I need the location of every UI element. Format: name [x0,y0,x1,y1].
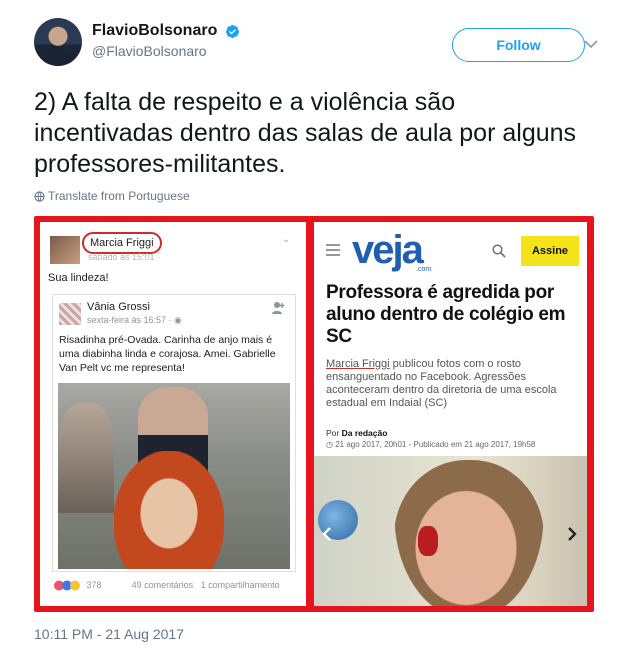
hamburger-menu-icon [326,244,340,256]
article-lead: Marcia Friggi publicou fotos com o rosto… [326,358,578,410]
fb-options-icon: ⌄ [282,234,291,245]
globe-small-icon: ◉ [174,315,182,325]
article-date-text: 21 ago 2017, 20h01 - Publicado em 21 ago… [335,440,536,449]
tweet-header: FlavioBolsonaro @FlavioBolsonaro Follow [34,18,604,70]
veja-logo-sub: .com [416,266,432,273]
tweet-timestamp[interactable]: 10:11 PM - 21 Aug 2017 [34,626,184,642]
chevron-left-icon [322,527,331,541]
translate-link[interactable]: Translate from Portuguese [34,189,190,203]
fb-footer: 378 49 comentários 1 compartilhamento [54,580,304,591]
fb-shared-post: Vânia Grossi sexta-feira às 16:57 · ◉ Ri… [52,294,296,572]
assine-button: Assine [521,236,579,266]
fb-author-name: Marcia Friggi [82,232,162,254]
add-friend-icon [272,302,285,314]
chevron-right-icon [568,527,577,541]
article-date: ◷ 21 ago 2017, 20h01 - Publicado em 21 a… [326,440,535,449]
fb-reactions-count: 378 [86,580,102,590]
fb-shared-avatar [59,303,81,325]
search-icon [492,244,506,258]
fb-shared-photo [58,383,290,569]
author-names: FlavioBolsonaro @FlavioBolsonaro [92,22,240,59]
tweet-media-image[interactable]: Marcia Friggi sábado às 15:01 · ⌄ Sua li… [34,216,594,612]
reactions-icon [54,580,80,591]
lead-name: Marcia Friggi [326,358,390,370]
facebook-post-screenshot: Marcia Friggi sábado às 15:01 · ⌄ Sua li… [40,222,306,606]
article-headline: Professora é agredida por aluno dentro d… [326,282,566,347]
fb-post-text: Sua lindeza! [48,272,109,284]
profile-avatar[interactable] [34,18,82,66]
handle[interactable]: @FlavioBolsonaro [92,43,240,59]
clock-icon: ◷ [326,440,336,449]
globe-icon [34,191,45,202]
fb-shares: 1 compartilhamento [200,580,280,590]
chevron-down-icon[interactable] [582,35,600,53]
veja-article-screenshot: veja .com Assine Professora é agredida p… [314,222,587,606]
fb-shared-author: Vânia Grossi [87,301,150,313]
translate-label: Translate from Portuguese [48,189,190,203]
byline-name: Da redação [341,428,388,438]
byline-prefix: Por [326,428,342,438]
follow-button[interactable]: Follow [452,28,585,62]
tweet-text: 2) A falta de respeito e a violência são… [34,88,577,178]
verified-badge-icon [225,24,239,38]
fb-avatar [50,236,80,264]
article-photo [314,456,587,606]
fb-comments: 49 comentários [131,580,194,590]
article-byline: Por Da redação [326,428,387,438]
fb-post-date: sábado às 15:01 · [88,252,161,262]
fb-shared-date: sexta-feira às 16:57 · ◉ [87,315,182,326]
fb-shared-date-text: sexta-feira às 16:57 · [87,315,175,325]
fb-shared-text: Risadinha pré-Ovada. Carinha de anjo mai… [59,334,276,374]
display-name[interactable]: FlavioBolsonaro [92,22,217,40]
veja-logo: veja [352,228,424,272]
